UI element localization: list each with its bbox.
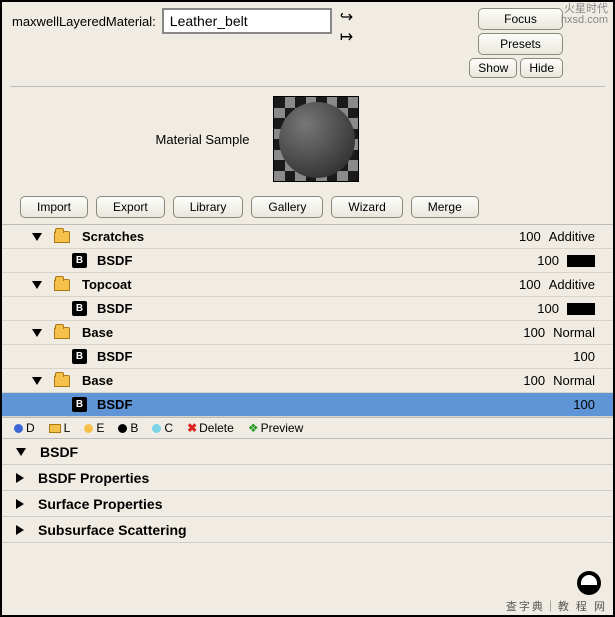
bsdf-label: BSDF: [97, 253, 132, 268]
layer-name: Base: [82, 325, 113, 340]
layer-value: 100: [523, 325, 545, 340]
material-ball: [279, 102, 355, 178]
layer-mode: Additive: [549, 229, 595, 244]
material-sample-swatch[interactable]: [273, 96, 359, 182]
material-sample-label: Material Sample: [156, 132, 250, 147]
section-subsurface-scattering[interactable]: Subsurface Scattering: [2, 517, 613, 543]
bsdf-row[interactable]: B BSDF 100: [2, 393, 613, 417]
layer-name: Base: [82, 373, 113, 388]
tool-l[interactable]: L: [49, 421, 71, 435]
tool-c[interactable]: C: [152, 421, 173, 435]
disclosure-right-icon: [16, 473, 24, 483]
bsdf-icon: B: [72, 397, 87, 412]
bsdf-label: BSDF: [97, 349, 132, 364]
material-toolbar: Import Export Library Gallery Wizard Mer…: [2, 192, 613, 224]
material-name-input[interactable]: [162, 8, 332, 34]
folder-icon: [54, 279, 70, 291]
tool-delete[interactable]: ✖Delete: [187, 421, 234, 435]
disclosure-down-icon: [32, 233, 42, 241]
output-connection-icon[interactable]: ↦: [340, 30, 353, 46]
bsdf-label: BSDF: [97, 301, 132, 316]
section-bsdf-properties[interactable]: BSDF Properties: [2, 465, 613, 491]
bsdf-icon: B: [72, 349, 87, 364]
divider: [10, 86, 605, 87]
bsdf-label: BSDF: [97, 397, 132, 412]
disclosure-down-icon: [16, 448, 26, 456]
disclosure-down-icon: [32, 281, 42, 289]
layer-value: 100: [523, 373, 545, 388]
wizard-button[interactable]: Wizard: [331, 196, 402, 218]
corner-badge-icon: [577, 571, 601, 595]
disclosure-down-icon: [32, 329, 42, 337]
layer-tree: Scratches 100 Additive B BSDF 100 Topcoat 100 Ad…: [2, 224, 613, 417]
folder-icon: [54, 231, 70, 243]
merge-button[interactable]: Merge: [411, 196, 479, 218]
presets-button[interactable]: Presets: [478, 33, 563, 55]
tool-preview[interactable]: ❖Preview: [248, 421, 303, 435]
bsdf-row[interactable]: B BSDF 100: [2, 249, 613, 273]
layer-mode: Normal: [553, 373, 595, 388]
material-name-label: maxwellLayeredMaterial:: [12, 14, 156, 29]
bsdf-icon: B: [72, 253, 87, 268]
material-sample-row: Material Sample: [0, 91, 563, 192]
layer-name: Topcoat: [82, 277, 132, 292]
section-bsdf[interactable]: BSDF: [2, 439, 613, 465]
header-row: maxwellLayeredMaterial: ↪ ↦ Focus Preset…: [2, 2, 613, 82]
io-arrows: ↪ ↦: [340, 10, 353, 46]
disclosure-right-icon: [16, 525, 24, 535]
bsdf-value: 100: [573, 397, 595, 412]
library-button[interactable]: Library: [173, 196, 244, 218]
folder-icon: [54, 327, 70, 339]
tool-e[interactable]: E: [84, 421, 104, 435]
layer-mode: Normal: [553, 325, 595, 340]
property-sections: BSDF BSDF Properties Surface Properties …: [2, 439, 613, 543]
layer-row[interactable]: Base 100 Normal: [2, 369, 613, 393]
bsdf-value: 100: [573, 349, 595, 364]
layer-value: 100: [519, 229, 541, 244]
bsdf-icon: B: [72, 301, 87, 316]
folder-icon: [54, 375, 70, 387]
tool-b[interactable]: B: [118, 421, 138, 435]
disclosure-down-icon: [32, 377, 42, 385]
disclosure-right-icon: [16, 499, 24, 509]
focus-button[interactable]: Focus: [478, 8, 563, 30]
gallery-button[interactable]: Gallery: [251, 196, 323, 218]
layer-mode: Additive: [549, 277, 595, 292]
bsdf-row[interactable]: B BSDF 100: [2, 297, 613, 321]
bsdf-value: 100: [537, 253, 559, 268]
tool-d[interactable]: D: [14, 421, 35, 435]
color-swatch[interactable]: [567, 303, 595, 315]
layer-name: Scratches: [82, 229, 144, 244]
layer-row[interactable]: Scratches 100 Additive: [2, 225, 613, 249]
import-button[interactable]: Import: [20, 196, 88, 218]
bsdf-row[interactable]: B BSDF 100: [2, 345, 613, 369]
input-connection-icon[interactable]: ↪: [340, 10, 353, 26]
layer-row[interactable]: Base 100 Normal: [2, 321, 613, 345]
layer-value: 100: [519, 277, 541, 292]
export-button[interactable]: Export: [96, 196, 165, 218]
hide-button[interactable]: Hide: [520, 58, 563, 78]
layer-toolstrip: D L E B C ✖Delete ❖Preview: [2, 417, 613, 439]
bsdf-value: 100: [537, 301, 559, 316]
section-surface-properties[interactable]: Surface Properties: [2, 491, 613, 517]
color-swatch[interactable]: [567, 255, 595, 267]
footer-watermark: 查字典｜教 程 网: [506, 598, 607, 614]
show-button[interactable]: Show: [469, 58, 517, 78]
layer-row[interactable]: Topcoat 100 Additive: [2, 273, 613, 297]
